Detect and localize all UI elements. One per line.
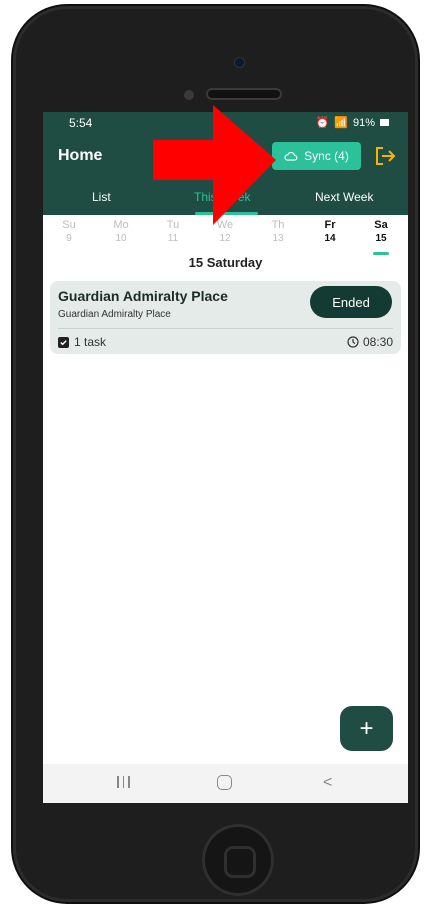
status-time: 5:54 [69, 116, 93, 130]
day-date: 14 [324, 233, 336, 244]
date-heading: 15 Saturday [188, 255, 263, 270]
sync-button[interactable]: Sync (4) [272, 142, 361, 170]
day-friday[interactable]: Fr 14 [314, 218, 346, 246]
day-date: 13 [272, 233, 284, 244]
event-time: 08:30 [347, 335, 393, 349]
page-title: Home [58, 147, 103, 164]
tab-next-week[interactable]: Next Week [315, 190, 373, 204]
task-count: 1 task [58, 335, 106, 349]
day-sunday[interactable]: Su 9 [53, 218, 85, 246]
wifi-icon: 📶 [334, 117, 348, 129]
day-name: Su [62, 219, 76, 231]
sync-label: Sync (4) [304, 149, 349, 163]
checkbox-icon [58, 336, 69, 348]
day-date: 12 [219, 233, 231, 244]
add-button[interactable]: + [340, 706, 393, 751]
recent-apps-icon[interactable] [117, 776, 133, 790]
annotation-arrow-icon [153, 105, 276, 225]
day-name: Mo [113, 219, 129, 231]
front-camera [235, 58, 244, 67]
earpiece-speaker [206, 88, 282, 100]
day-name: Fr [324, 219, 336, 231]
day-saturday[interactable]: Sa 15 [365, 218, 397, 246]
status-icons: ⏰ 📶 91% [316, 116, 389, 129]
home-icon[interactable] [217, 775, 232, 790]
event-subtitle: Guardian Admiralty Place [58, 309, 171, 320]
clock-icon [347, 336, 359, 348]
event-card[interactable]: Guardian Admiralty Place Guardian Admira… [50, 281, 401, 354]
status-badge: Ended [310, 286, 392, 318]
day-monday[interactable]: Mo 10 [105, 218, 137, 246]
day-date: 15 [375, 233, 387, 244]
day-date: 10 [115, 233, 127, 244]
back-icon[interactable]: < [323, 774, 332, 792]
day-name: Sa [374, 219, 388, 231]
tab-list[interactable]: List [92, 190, 111, 204]
proximity-sensor [184, 90, 194, 100]
battery-icon [380, 119, 389, 126]
day-date: 9 [66, 233, 72, 244]
card-divider [58, 328, 393, 329]
android-nav-bar: < [43, 764, 408, 803]
task-count-label: 1 task [74, 335, 107, 349]
alarm-icon: ⏰ [315, 117, 330, 129]
event-time-label: 08:30 [362, 335, 393, 349]
home-hardware-button[interactable] [202, 824, 274, 896]
day-date: 11 [167, 233, 179, 244]
battery-percent: 91% [352, 116, 375, 129]
logout-icon[interactable] [374, 146, 396, 166]
cloud-icon [284, 152, 298, 161]
event-title: Guardian Admiralty Place [58, 288, 228, 304]
